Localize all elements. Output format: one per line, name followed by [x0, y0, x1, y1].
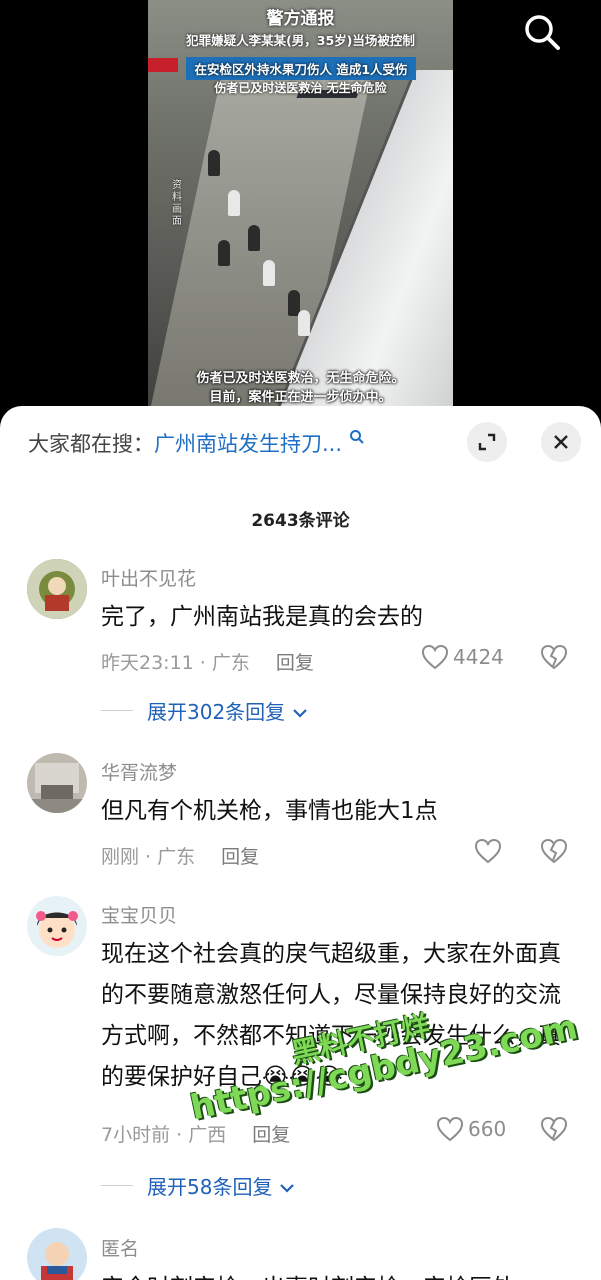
comment-text: 完了，广州南站我是真的会去的 — [101, 604, 423, 630]
divider — [101, 710, 133, 711]
expand-replies-button[interactable]: 展开302条回复 — [147, 696, 308, 725]
comment-count: 2643条评论 — [251, 511, 350, 531]
expand-replies-label: 展开302条回复 — [147, 700, 286, 724]
like-button[interactable]: 660 — [436, 1116, 506, 1142]
crowd-person — [263, 260, 275, 286]
dislike-button[interactable] — [540, 644, 568, 674]
crowd-person — [248, 225, 260, 251]
comment-username[interactable]: 匿名 — [101, 1234, 139, 1261]
like-count: 4424 — [453, 645, 504, 669]
close-icon[interactable] — [541, 422, 581, 462]
search-suggestion-prefix: 大家都在搜： — [28, 432, 154, 456]
divider — [101, 1185, 133, 1186]
heart-icon — [436, 1116, 464, 1142]
dislike-button[interactable] — [540, 838, 568, 868]
chevron-down-icon — [280, 1184, 294, 1193]
comment-text: 现在这个社会真的戾气超级重，大家在外面真的不要随意激怒任何人，尽量保持良好的交流… — [101, 941, 561, 1090]
crowd-person — [298, 310, 310, 336]
broken-heart-icon — [540, 1116, 568, 1142]
search-suggestion[interactable]: 大家都在搜：广州南站发生持刀... — [28, 428, 365, 458]
comment-sheet: 大家都在搜：广州南站发生持刀... 2643条评论 叶出不见花 完了，广州南站我… — [0, 406, 601, 1280]
like-count: 660 — [468, 1117, 507, 1141]
comment-meta: 刚刚 · 广东 回复 — [101, 842, 259, 869]
crowd-person — [228, 190, 240, 216]
crowd-person — [218, 240, 230, 266]
news-line-1: 犯罪嫌疑人李某某(男，35岁)当场被控制 — [186, 33, 415, 48]
heart-icon — [474, 838, 502, 864]
avatar[interactable] — [27, 559, 87, 619]
dislike-button[interactable] — [540, 1116, 568, 1146]
comment-time-location: 刚刚 · 广东 — [101, 846, 196, 868]
video-subtitle-2: 目前，案件正在进一步侦办中。 — [209, 390, 392, 405]
comment-time-location: 7小时前 · 广西 — [101, 1124, 227, 1146]
avatar[interactable] — [27, 896, 87, 956]
crowd-person — [208, 150, 220, 176]
like-button[interactable] — [474, 838, 502, 864]
comment-username[interactable]: 叶出不见花 — [101, 564, 196, 591]
reply-button[interactable]: 回复 — [252, 1124, 290, 1146]
news-line-3: 伤者已及时送医救治 无生命危险 — [214, 81, 387, 95]
comment-meta: 7小时前 · 广西 回复 — [101, 1120, 290, 1147]
expand-replies-label: 展开58条回复 — [147, 1175, 273, 1199]
heart-icon — [421, 644, 449, 670]
comment-username[interactable]: 华胥流梦 — [101, 758, 177, 785]
chevron-down-icon — [292, 709, 307, 718]
avatar[interactable] — [27, 753, 87, 813]
comment-text: 安全时刻安检，出事时刻安检，安检区外... — [101, 1268, 571, 1280]
broken-heart-icon — [540, 838, 568, 864]
video-player[interactable]: 警方通报 犯罪嫌疑人李某某(男，35岁)当场被控制 在安检区外持水果刀伤人 造成… — [0, 0, 601, 420]
comment-username[interactable]: 宝宝贝贝 — [101, 901, 177, 928]
video-subtitle-1: 伤者已及时送医救治，无生命危险。 — [196, 371, 405, 386]
video-frame: 警方通报 犯罪嫌疑人李某某(男，35岁)当场被控制 在安检区外持水果刀伤人 造成… — [148, 0, 453, 420]
red-banner — [148, 58, 178, 72]
news-line-2: 在安检区外持水果刀伤人 造成1人受伤 — [186, 57, 416, 80]
search-icon[interactable] — [520, 10, 564, 54]
reply-button[interactable]: 回复 — [276, 652, 314, 674]
avatar[interactable] — [27, 1228, 87, 1280]
comment-time-location: 昨天23:11 · 广东 — [101, 652, 250, 674]
expand-replies-button[interactable]: 展开58条回复 — [147, 1171, 295, 1200]
expand-icon[interactable] — [467, 422, 507, 462]
comment-meta: 昨天23:11 · 广东 回复 — [101, 648, 314, 675]
like-button[interactable]: 4424 — [421, 644, 504, 670]
search-small-icon — [349, 430, 364, 444]
broken-heart-icon — [540, 644, 568, 670]
footage-label: 资料画面 — [172, 180, 182, 227]
news-headline: 警方通报 — [266, 9, 335, 29]
search-suggestion-query[interactable]: 广州南站发生持刀... — [154, 432, 342, 456]
reply-button[interactable]: 回复 — [221, 846, 259, 868]
comment-text: 但凡有个机关枪，事情也能大1点 — [101, 798, 438, 824]
